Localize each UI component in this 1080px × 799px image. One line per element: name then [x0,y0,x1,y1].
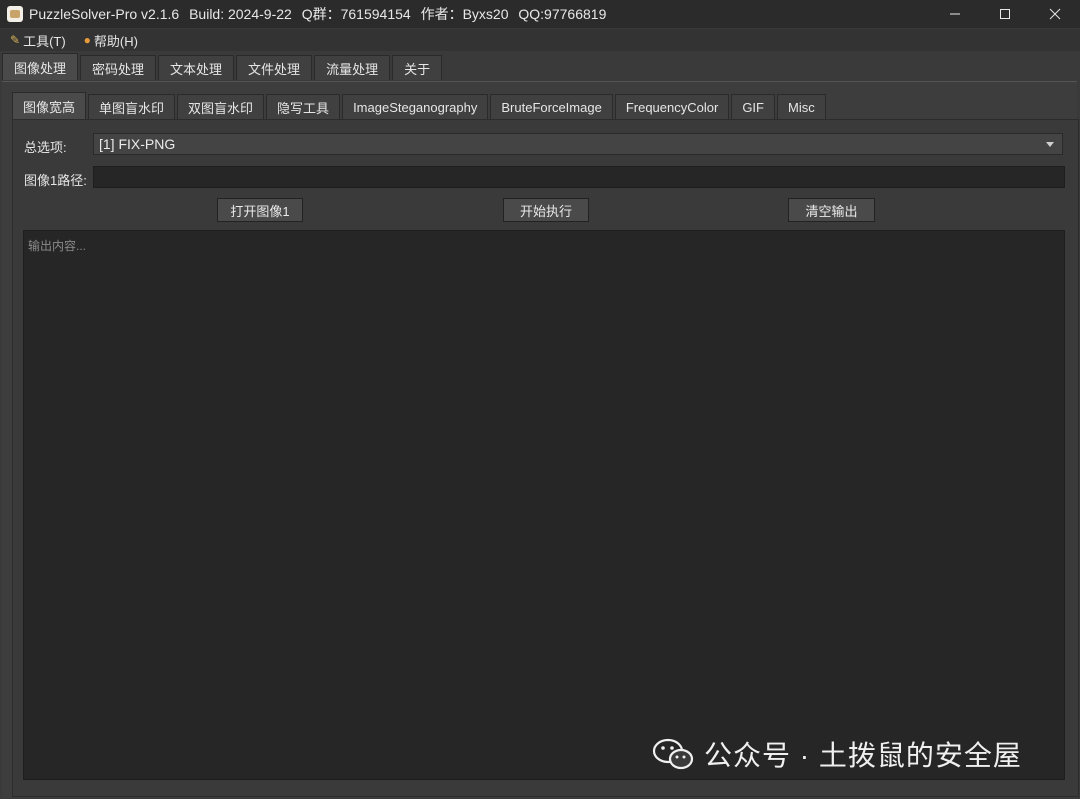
maximize-button[interactable] [980,0,1030,28]
run-button[interactable]: 开始执行 [503,198,589,222]
subtab-image-steganography[interactable]: ImageSteganography [342,94,489,119]
sub-tab-bar: 图像宽高 单图盲水印 双图盲水印 隐写工具 ImageSteganography… [12,92,828,120]
path-label: 图像1路径: [24,173,87,188]
close-icon [1049,8,1061,20]
chevron-down-icon [1046,142,1054,147]
title-app-version: PuzzleSolver-Pro v2.1.6 [29,6,180,22]
subtab-gif[interactable]: GIF [731,94,775,119]
output-textarea[interactable]: 输出内容... [23,230,1065,780]
tab-password-processing[interactable]: 密码处理 [80,55,157,80]
open-image-button[interactable]: 打开图像1 [217,198,303,222]
clear-output-button[interactable]: 清空输出 [788,198,875,222]
main-tab-panel: 图像宽高 单图盲水印 双图盲水印 隐写工具 ImageSteganography… [2,81,1079,798]
menu-help-label: 帮助(H) [93,33,138,49]
wechat-icon [652,736,696,772]
tab-traffic-processing[interactable]: 流量处理 [314,55,391,80]
menu-tools[interactable]: ✎ 工具(T) [0,31,74,50]
title-qq: QQ:97766819 [518,6,607,22]
tab-about[interactable]: 关于 [392,55,443,80]
subtab-stego-tools[interactable]: 隐写工具 [266,94,341,119]
app-logo-icon [7,6,23,22]
image-dimensions-panel: 总选项: [1] FIX-PNG 图像1路径: 打开图像1 开始执行 清空输出 … [12,119,1079,797]
tab-image-processing[interactable]: 图像处理 [2,53,79,80]
minimize-button[interactable] [930,0,980,28]
app-window: PuzzleSolver-Pro v2.1.6 Build: 2024-9-22… [0,0,1080,799]
menu-bar: ✎ 工具(T) ● 帮助(H) [0,29,1080,51]
watermark: 公众号 · 土拨鼠的安全屋 [636,726,1056,782]
subtab-image-dimensions[interactable]: 图像宽高 [12,92,87,119]
help-icon: ● [83,33,91,47]
subtab-frequency-color[interactable]: FrequencyColor [614,94,730,119]
subtab-misc[interactable]: Misc [776,94,826,119]
minimize-icon [950,13,960,15]
menu-help[interactable]: ● 帮助(H) [74,31,146,50]
window-controls [930,0,1080,28]
tab-file-processing[interactable]: 文件处理 [236,55,313,80]
watermark-text: 公众号 · 土拨鼠的安全屋 [704,740,1022,771]
subtab-single-blind-watermark[interactable]: 单图盲水印 [88,94,176,119]
menu-tools-label: 工具(T) [23,33,66,49]
output-placeholder: 输出内容... [28,239,87,253]
title-qq-group: Q群：761594154 [301,6,411,22]
title-build: Build: 2024-9-22 [189,6,292,22]
window-title: PuzzleSolver-Pro v2.1.6 Build: 2024-9-22… [29,4,612,24]
subtab-brute-force-image[interactable]: BruteForceImage [490,94,613,119]
maximize-icon [1000,9,1010,19]
option-label: 总选项: [24,140,67,155]
main-tab-bar: 图像处理 密码处理 文本处理 文件处理 流量处理 关于 [2,53,444,81]
title-bar: PuzzleSolver-Pro v2.1.6 Build: 2024-9-22… [0,0,1080,28]
option-select-value: [1] FIX-PNG [99,136,176,152]
image-path-input[interactable] [93,166,1065,188]
tab-text-processing[interactable]: 文本处理 [158,55,235,80]
title-author: 作者：Byxs20 [420,6,509,22]
close-button[interactable] [1030,0,1080,28]
tools-icon: ✎ [10,33,21,47]
option-select[interactable]: [1] FIX-PNG [93,133,1063,155]
subtab-dual-blind-watermark[interactable]: 双图盲水印 [177,94,265,119]
